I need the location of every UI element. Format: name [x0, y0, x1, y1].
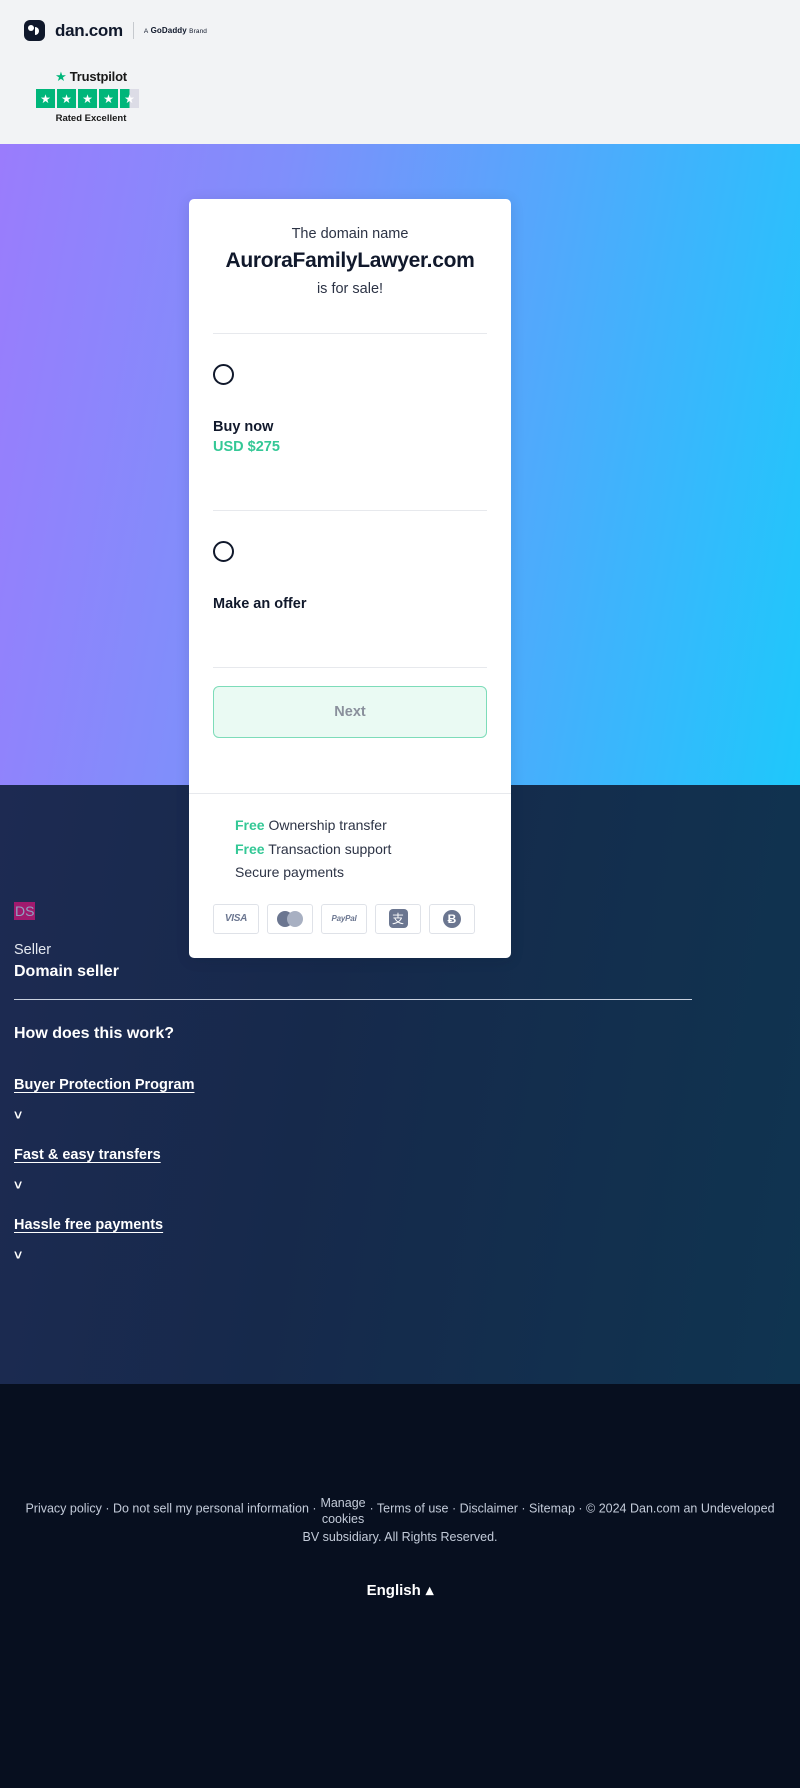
card-header: The domain name AuroraFamilyLawyer.com i… — [189, 199, 511, 300]
bitcoin-logo: Ƀ — [429, 903, 475, 934]
next-button[interactable]: Next — [213, 686, 487, 739]
sep-5: · — [517, 1501, 530, 1516]
mastercard-logo — [267, 903, 313, 934]
seller-avatar-initials: DS — [14, 902, 36, 920]
footer-link-sitemap[interactable]: Sitemap — [529, 1502, 575, 1516]
alipay-logo: 支 — [375, 903, 421, 934]
logo-wordmark: dan.com — [55, 20, 123, 40]
brand-name: GoDaddy — [150, 26, 187, 35]
trustpilot-rating-label: Rated Excellent — [55, 113, 127, 124]
domain-pre-text: The domain name — [291, 226, 409, 242]
sep-1: · — [101, 1501, 113, 1516]
option-buy-now[interactable]: Buy now USD $275 — [189, 334, 511, 477]
brand-logo[interactable]: dan.com A GoDaddy Brand — [24, 20, 776, 41]
paypal-logo: PayPal — [321, 903, 367, 934]
star-icon-2: ★ — [57, 89, 76, 108]
accordion-title-fast-transfers[interactable]: Fast & easy transfers — [14, 1147, 161, 1163]
accordion-item-hassle-free-payments[interactable]: Hassle free payments ˅ — [14, 1217, 163, 1263]
feature-item-1: Free Ownership transfer — [235, 814, 487, 837]
feature-item-2: Free Transaction support — [235, 838, 487, 861]
dan-logo-icon — [24, 20, 45, 41]
footer-links: Privacy policy · Do not sell my personal… — [0, 1496, 800, 1547]
feature-text-3: Secure payments — [235, 863, 344, 880]
site-header: dan.com A GoDaddy Brand ★ Trustpilot ★ ★… — [0, 0, 800, 144]
caret-up-icon: ▴ — [425, 1582, 434, 1600]
chevron-down-icon-1[interactable]: ˅ — [14, 1107, 195, 1123]
how-it-works-title: How does this work? — [14, 1025, 175, 1042]
domain-post-text: is for sale! — [316, 281, 384, 298]
section-divider — [14, 999, 692, 1000]
trustpilot-widget[interactable]: ★ Trustpilot ★ ★ ★ ★ ★ Rated Excellent — [36, 69, 146, 124]
language-selector[interactable]: English ▴ — [366, 1581, 434, 1600]
radio-make-offer[interactable] — [213, 541, 234, 563]
star-icon-4: ★ — [99, 89, 118, 108]
domain-name: AuroraFamilyLawyer.com — [225, 249, 475, 273]
accordion-title-buyer-protection[interactable]: Buyer Protection Program — [14, 1077, 195, 1093]
brand-suffix: Brand — [189, 28, 208, 35]
trustpilot-stars: ★ ★ ★ ★ ★ — [36, 89, 146, 108]
footer-link-manage-cookies[interactable]: Manage cookies — [320, 1496, 366, 1527]
brand-prefix: A — [143, 28, 149, 35]
alipay-icon: 支 — [388, 909, 408, 929]
sep-3: · — [366, 1501, 377, 1516]
visa-label: VISA — [224, 913, 248, 925]
visa-logo: VISA — [213, 903, 259, 934]
radio-buy-now[interactable] — [213, 364, 234, 386]
logo-divider — [132, 22, 134, 39]
sep-6: · — [574, 1501, 587, 1516]
sep-4: · — [448, 1501, 460, 1516]
star-icon-1: ★ — [36, 89, 55, 108]
payment-methods: VISA PayPal 支 Ƀ — [189, 884, 511, 958]
paypal-label: PayPal — [331, 914, 357, 924]
option-buy-now-price: USD $275 — [213, 439, 280, 456]
seller-role-label: Seller — [14, 942, 52, 958]
star-icon-3: ★ — [78, 89, 97, 108]
footer-link-terms[interactable]: Terms of use — [377, 1502, 449, 1516]
site-footer: Privacy policy · Do not sell my personal… — [0, 1384, 800, 1788]
sep-2: · — [308, 1501, 321, 1516]
feature-text-1: Ownership transfer — [268, 817, 387, 834]
chevron-down-icon-2[interactable]: ˅ — [14, 1177, 161, 1193]
trustpilot-header: ★ Trustpilot — [36, 69, 146, 84]
option-make-offer-label: Make an offer — [213, 596, 307, 613]
next-button-wrap: Next — [189, 668, 511, 760]
feature-free-badge-2: Free — [235, 840, 265, 857]
star-icon-5-half: ★ — [120, 89, 139, 108]
chevron-down-icon-3[interactable]: ˅ — [14, 1247, 163, 1263]
option-buy-now-label: Buy now — [213, 419, 274, 436]
footer-link-do-not-sell[interactable]: Do not sell my personal information — [113, 1502, 309, 1516]
footer-link-privacy[interactable]: Privacy policy — [25, 1502, 101, 1516]
trustpilot-name: Trustpilot — [69, 69, 127, 84]
domain-sale-card: The domain name AuroraFamilyLawyer.com i… — [189, 199, 511, 958]
seller-name: Domain seller — [14, 963, 119, 980]
bitcoin-icon: Ƀ — [443, 909, 461, 928]
language-label: English — [366, 1581, 421, 1599]
feature-free-badge-1: Free — [235, 817, 265, 834]
feature-list: Free Ownership transfer Free Transaction… — [189, 794, 511, 883]
accordion-item-fast-transfers[interactable]: Fast & easy transfers ˅ — [14, 1147, 161, 1193]
godaddy-brand-tag: A GoDaddy Brand — [144, 26, 207, 35]
accordion-title-hassle-free-payments[interactable]: Hassle free payments — [14, 1217, 163, 1233]
accordion-item-buyer-protection[interactable]: Buyer Protection Program ˅ — [14, 1077, 195, 1123]
feature-text-2: Transaction support — [268, 840, 392, 857]
option-make-offer[interactable]: Make an offer — [189, 511, 511, 634]
mastercard-icon — [277, 910, 303, 927]
footer-link-disclaimer[interactable]: Disclaimer — [460, 1502, 518, 1516]
trustpilot-star-icon: ★ — [55, 69, 67, 84]
feature-item-3: Secure payments — [235, 861, 487, 884]
